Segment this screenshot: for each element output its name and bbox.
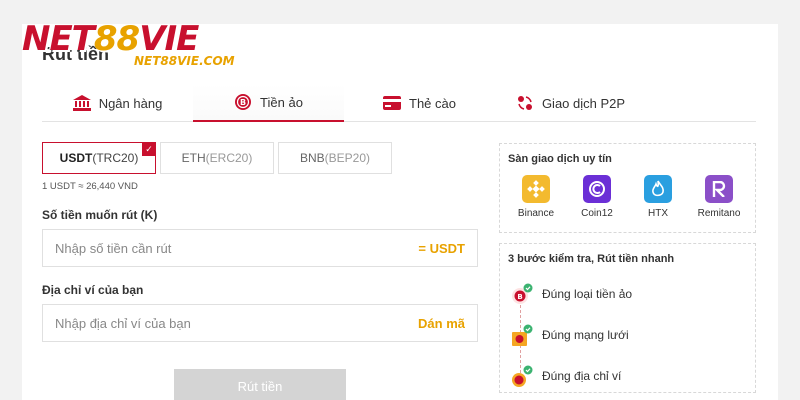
brand-subtitle: NET88VIE.COM [134,54,235,68]
tab-label: Giao dịch P2P [541,95,626,111]
tab-scratch-card[interactable]: Thẻ cào [344,84,495,122]
coin-option-eth[interactable]: ETH (ERC20) [160,142,274,174]
crypto-coin-icon: B [234,93,252,111]
coin-option-bnb[interactable]: BNB (BEP20) [278,142,392,174]
step-item: Đúng địa chỉ ví [510,355,747,396]
usdt-conversion: = USDT [418,240,465,256]
exchange-coin12[interactable]: Coin12 [567,175,627,219]
exchange-htx[interactable]: HTX [628,175,688,219]
network-icon [510,324,533,346]
exchanges-box: Sàn giao dịch uy tín Binance Coin12 HTX … [499,143,756,233]
wallet-field: Dán mã [42,304,478,342]
tab-label: Ngân hàng [98,95,163,111]
amount-field: = USDT [42,229,478,267]
amount-label: Số tiền muốn rút (K) [42,208,158,222]
wallet-address-input[interactable] [55,315,355,331]
wallet-address-icon [510,365,533,387]
step-item: Đúng mạng lưới [510,314,747,355]
tab-p2p[interactable]: Giao dịch P2P [495,84,646,122]
payment-tabs: Ngân hàng B Tiền ảo Thẻ cào Giao dịch P2… [42,84,756,122]
svg-text:B: B [240,98,246,107]
exchanges-title: Sàn giao dịch uy tín [508,153,612,165]
coin-option-usdt[interactable]: USDT (TRC20) ✓ [42,142,156,174]
steps-box: 3 bước kiểm tra, Rút tiền nhanh B Đúng l… [499,243,756,393]
tab-label: Tiền ảo [260,94,303,110]
svg-text:B: B [517,293,522,301]
card-icon [383,94,401,112]
step-item: B Đúng loại tiền ảo [510,273,747,314]
exchange-rate: 1 USDT ≈ 26,440 VND [42,181,138,192]
tab-label: Thẻ cào [409,95,456,111]
wallet-label: Địa chỉ ví của bạn [42,283,144,297]
tab-bank[interactable]: Ngân hàng [42,84,193,122]
bank-icon [72,94,91,112]
coin12-icon [583,175,611,203]
amount-input[interactable] [55,240,355,256]
tab-crypto[interactable]: B Tiền ảo [193,84,344,122]
coin-selector: USDT (TRC20) ✓ ETH (ERC20) BNB (BEP20) [42,142,392,174]
htx-flame-icon [644,175,672,203]
brand-logo: NET88VIE NET88VIE.COM [22,19,235,68]
exchange-binance[interactable]: Binance [506,175,566,219]
p2p-icon [516,94,534,112]
withdraw-button[interactable]: Rút tiền [174,369,346,400]
binance-icon [522,175,550,203]
crypto-type-icon: B [510,283,533,305]
remitano-icon [705,175,733,203]
exchange-remitano[interactable]: Remitano [689,175,749,219]
paste-button[interactable]: Dán mã [418,316,465,331]
steps-title: 3 bước kiểm tra, Rút tiền nhanh [508,253,675,265]
check-icon: ✓ [142,142,156,156]
